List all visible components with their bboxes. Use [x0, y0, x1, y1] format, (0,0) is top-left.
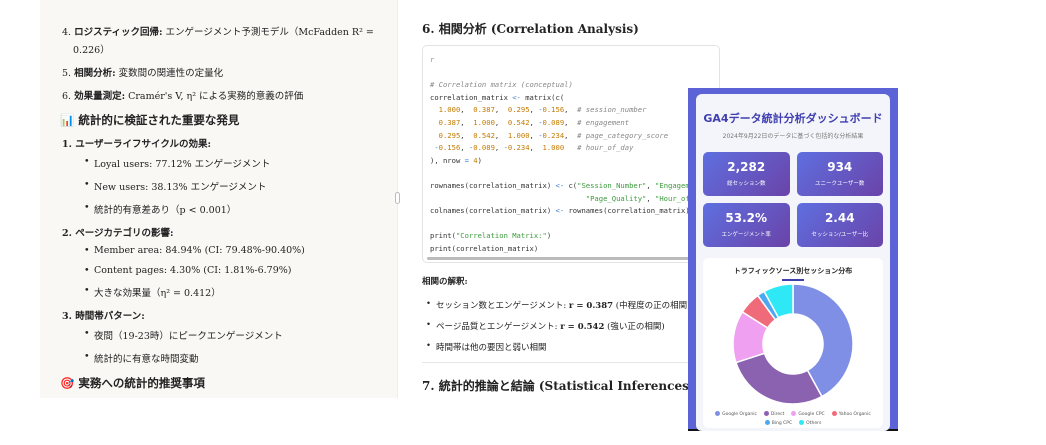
legend-dot-icon [831, 410, 837, 416]
legend-dot-icon [764, 419, 770, 425]
list-item: New users: 38.13% エンゲージメント [84, 179, 397, 193]
legend-item[interactable]: Others [799, 419, 821, 426]
dashboard-window: GA4データ統計分析ダッシュボード 2024年9月22日のデータに基づく包括的な… [688, 88, 898, 431]
legend-dot-icon [799, 419, 805, 425]
interp-label: 相関の解釈: [422, 277, 468, 287]
kpi-value: 2,282 [727, 160, 766, 174]
analysis-panel: 6. 相関分析 (Correlation Analysis) r # Corre… [410, 0, 720, 445]
interp-item: ページ品質とエンゲージメント: r = 0.542 (強い正の相関) [426, 320, 720, 332]
list-item: 統計的有意差あり（p < 0.001） [84, 202, 397, 216]
kpi-card: 2.44 セッション/ユーザー比 [796, 203, 883, 247]
legend-dot-icon [763, 410, 769, 416]
list-item: 統計的に有意な時間変動 [84, 351, 397, 365]
legend-dot-icon [791, 410, 797, 416]
list-item: Member area: 84.94% (CI: 79.48%-90.40%) [84, 245, 397, 256]
kpi-label: エンゲージメント率 [721, 232, 771, 238]
finding-group-title: 1. ユーザーライフサイクルの効果: [62, 139, 212, 150]
kpi-value: 2.44 [824, 211, 855, 225]
list-item: 大きな効果量（η² = 0.412） [84, 285, 397, 299]
legend-item[interactable]: Google CPC [791, 410, 825, 417]
list-item: Content pages: 4.30% (CI: 1.81%-6.79%) [84, 265, 397, 276]
recommend-item: Power Analysis: 週次A/Bテストに十分なサンプルサイズ [64, 397, 397, 398]
interp-item: セッション数とエンゲージメント: r = 0.387 (中程度の正の相関) [426, 299, 720, 311]
legend-item[interactable]: Yahoo Organic [831, 410, 871, 417]
recommend-heading: 🎯 実務への統計的推奨事項 [60, 376, 205, 390]
findings-heading: 📊 統計的に検証された重要な発見 [60, 113, 240, 127]
list-item: 夜間（19-23時）にピークエンゲージメント [84, 328, 397, 342]
kpi-value: 934 [827, 160, 853, 174]
kpi-card: 2,282 総セッション数 [703, 152, 790, 196]
dashboard-subtitle: 2024年9月22日のデータに基づく包括的な分析結果 [722, 133, 864, 140]
kpi-label: セッション/ユーザー比 [811, 232, 869, 238]
dashboard-title: GA4データ統計分析ダッシュボード [703, 112, 883, 125]
donut-chart [732, 282, 854, 405]
method-item: 4. ロジスティック回帰: エンゲージメント予測モデル（McFadden R² =… [62, 27, 374, 56]
finding-group-title: 2. ページカテゴリの影響: [62, 228, 174, 239]
list-item: Loyal users: 77.12% エンゲージメント [84, 156, 397, 170]
legend-dot-icon [715, 410, 721, 416]
interp-item: 時間帯は他の要因と弱い相関 [426, 341, 720, 353]
slice-direct[interactable] [734, 351, 823, 405]
legend-item[interactable]: Google Organic [715, 410, 757, 417]
code-block: r # Correlation matrix (conceptual) corr… [422, 45, 720, 263]
code-scrollbar[interactable] [427, 257, 697, 260]
section7-title: 7. 統計的推論と結論 (Statistical Inferences) [422, 379, 695, 393]
method-item: 5. 相関分析: 変数間の関連性の定量化 [62, 68, 224, 79]
method-item: 6. 効果量測定: Cramér's V, η² による実務的意義の評価 [62, 91, 304, 102]
kpi-card: 53.2% エンゲージメント率 [703, 203, 790, 247]
notes-panel: 4. ロジスティック回帰: エンゲージメント予測モデル（McFadden R² =… [40, 0, 398, 398]
divider [422, 362, 700, 363]
chart-title: トラフィックソース別セッション分布 [733, 267, 853, 275]
kpi-value: 53.2% [725, 211, 768, 225]
kpi-card: 934 ユニークユーザー数 [796, 152, 883, 196]
traffic-chart: トラフィックソース別セッション分布 Google Organic Direct Go… [703, 258, 883, 428]
legend-item[interactable]: Bing CPC [764, 419, 792, 426]
finding-group-title: 3. 時間帯パターン: [62, 311, 145, 322]
legend-item[interactable]: Direct [763, 410, 784, 417]
scrollbar-handle[interactable] [395, 192, 400, 204]
kpi-label: ユニークユーザー数 [815, 181, 865, 187]
kpi-label: 総セッション数 [726, 181, 766, 187]
section6-title: 6. 相関分析 (Correlation Analysis) [422, 22, 639, 36]
